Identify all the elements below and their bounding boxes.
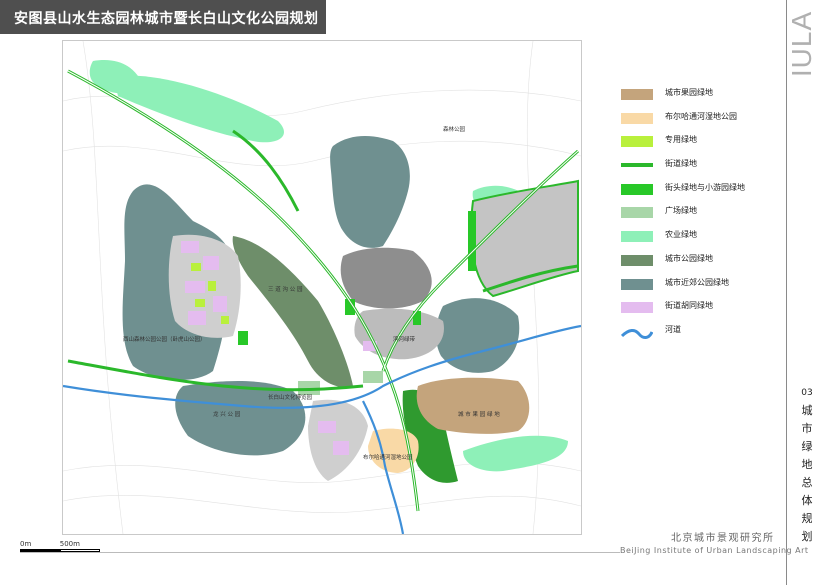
label-south-park: 布尔哈通河湿地公园 xyxy=(363,453,413,461)
legend-item: 河道 xyxy=(617,321,787,341)
legend-label: 街道绿地 xyxy=(665,159,697,169)
legend-label: 布尔哈通河湿地公园 xyxy=(665,111,737,121)
legend: 城市果园绿地布尔哈通河湿地公园 专用绿地街道绿地街头绿地与小游园绿地 广场绿地农业绿… xyxy=(617,84,787,345)
vertical-title-char: 绿 xyxy=(801,440,813,453)
legend-item: 广场绿地 xyxy=(617,202,787,222)
legend-label: 专用绿地 xyxy=(665,135,697,145)
legend-item: 城市果园绿地 xyxy=(617,84,787,104)
west-south-park xyxy=(175,381,306,456)
legend-item: 街道胡同绿地 xyxy=(617,297,787,317)
label-orchard: 城 市 果 园 绿 地 xyxy=(458,410,500,418)
orchard-green xyxy=(416,377,530,434)
scale-zero: 0m xyxy=(20,540,32,548)
legend-label: 广场绿地 xyxy=(665,206,697,216)
legend-swatch xyxy=(621,231,653,243)
legend-label: 城市近郊公园绿地 xyxy=(665,277,729,287)
label-city-park: 三 道 沟 公 园 xyxy=(268,285,303,293)
legend-label: 河道 xyxy=(665,324,681,334)
vertical-title: 03 城市绿地总体规划 xyxy=(798,384,816,546)
legend-swatch xyxy=(621,302,653,314)
legend-swatch xyxy=(621,183,653,195)
legend-item: 农业绿地 xyxy=(617,226,787,246)
label-north: 森林公园 xyxy=(443,125,466,133)
label-west-forest: 西山森林公园公园（卧虎山公园） xyxy=(123,335,206,343)
legend-label: 街道胡同绿地 xyxy=(665,301,713,311)
map-canvas: 西山森林公园公园（卧虎山公园） 龙 兴 公 园 长白山文化博览园 布尔哈通河湿地… xyxy=(63,41,581,534)
vertical-title-char: 市 xyxy=(801,422,813,435)
agri-northwest xyxy=(113,75,284,143)
legend-item: 城市公园绿地 xyxy=(617,250,787,270)
city-park-central xyxy=(232,236,353,388)
legend-item: 街头绿地与小游园绿地 xyxy=(617,179,787,199)
vertical-title-char: 体 xyxy=(801,494,813,507)
vertical-title-char: 总 xyxy=(801,476,813,489)
scale-end: 500m xyxy=(59,540,80,548)
section-number: 03 xyxy=(801,388,813,398)
legend-item: 城市近郊公园绿地 xyxy=(617,274,787,294)
legend-swatch xyxy=(621,254,653,266)
legend-label: 农业绿地 xyxy=(665,230,697,240)
page-title: 安图县山水生态园林城市暨长白山文化公园规划 xyxy=(14,11,319,27)
north-forest-park xyxy=(330,136,410,248)
scale-bar xyxy=(20,549,100,552)
legend-label: 城市果园绿地 xyxy=(665,88,713,97)
institute-cn: 北京城市景观研究所 xyxy=(671,533,775,544)
river-swatch-icon xyxy=(620,325,654,339)
legend-swatch xyxy=(621,136,653,148)
urban-south-block xyxy=(308,399,368,481)
legend-item: 专用绿地 xyxy=(617,131,787,151)
legend-swatch xyxy=(621,112,653,124)
legend-swatch xyxy=(621,89,653,100)
label-changbai-park: 长白山文化博览园 xyxy=(268,393,313,401)
title-bar: 安图县山水生态园林城市暨长白山文化公园规划 xyxy=(0,0,326,34)
legend-swatch xyxy=(621,163,653,168)
institute-en: BeiJing Institute of Urban Landscaping A… xyxy=(620,546,809,555)
legend-label: 城市公园绿地 xyxy=(665,253,713,263)
legend-label: 街头绿地与小游园绿地 xyxy=(665,182,745,192)
label-west-park: 龙 兴 公 园 xyxy=(213,410,241,418)
divider xyxy=(20,552,620,553)
legend-item: 布尔哈通河湿地公园 xyxy=(617,108,787,128)
legend-item: 街道绿地 xyxy=(617,155,787,175)
vertical-title-char: 地 xyxy=(801,458,813,471)
label-riverside: 滨河绿带 xyxy=(393,335,416,343)
vertical-title-char: 规 xyxy=(801,512,813,525)
vertical-title-char: 划 xyxy=(801,530,813,543)
vertical-title-char: 城 xyxy=(801,404,813,417)
legend-swatch xyxy=(621,207,653,219)
scale-labels: 0m 500m xyxy=(20,540,80,548)
iula-logo: IULA xyxy=(786,10,818,78)
legend-swatch xyxy=(621,278,653,290)
planning-map: 西山森林公园公园（卧虎山公园） 龙 兴 公 园 长白山文化博览园 布尔哈通河湿地… xyxy=(62,40,582,535)
